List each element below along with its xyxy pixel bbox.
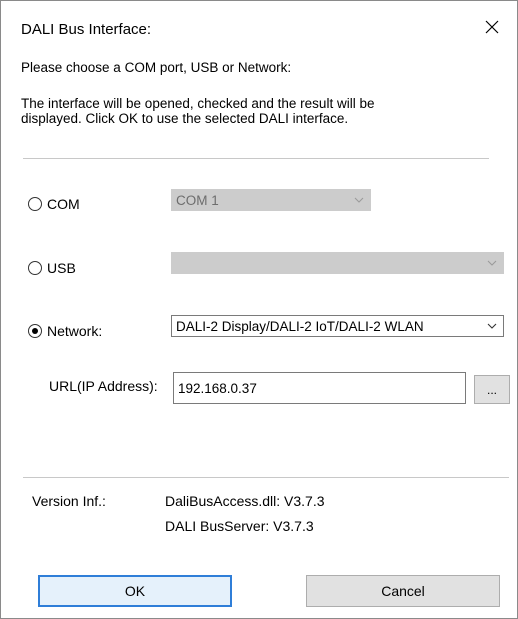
network-value: DALI-2 Display/DALI-2 IoT/DALI-2 WLAN	[176, 318, 424, 334]
chevron-down-icon	[487, 260, 497, 266]
network-radio-option[interactable]: Network:	[28, 323, 102, 339]
chevron-down-icon	[487, 323, 497, 329]
com-label: COM	[47, 196, 80, 212]
dialog-title: DALI Bus Interface:	[21, 21, 152, 38]
close-icon	[485, 20, 499, 34]
top-divider	[23, 158, 489, 159]
com-radio[interactable]	[28, 197, 42, 211]
usb-select[interactable]	[171, 252, 504, 274]
description-line-1: The interface will be opened, checked an…	[21, 96, 375, 111]
usb-radio[interactable]	[28, 261, 42, 275]
url-input[interactable]: 192.168.0.37	[173, 372, 466, 404]
usb-radio-option[interactable]: USB	[28, 260, 76, 276]
version-label: Version Inf.:	[32, 493, 106, 509]
description-line-2: displayed. Click OK to use the selected …	[21, 111, 349, 126]
com-radio-option[interactable]: COM	[28, 196, 80, 212]
chevron-down-icon	[354, 197, 364, 203]
network-label: Network:	[47, 323, 103, 339]
cancel-button[interactable]: Cancel	[306, 575, 500, 607]
com-port-select[interactable]: COM 1	[171, 189, 371, 211]
usb-label: USB	[47, 260, 76, 276]
busserver-version: DALI BusServer: V3.7.3	[165, 518, 314, 534]
com-port-value: COM 1	[176, 192, 219, 208]
network-select[interactable]: DALI-2 Display/DALI-2 IoT/DALI-2 WLAN	[171, 315, 504, 337]
url-label: URL(IP Address):	[49, 378, 158, 394]
browse-button[interactable]: ...	[474, 375, 510, 404]
network-radio[interactable]	[28, 324, 42, 338]
close-button[interactable]	[477, 13, 507, 41]
ok-button[interactable]: OK	[38, 575, 232, 607]
dali-bus-interface-dialog: DALI Bus Interface: Please choose a COM …	[0, 0, 518, 619]
bottom-divider	[23, 477, 509, 478]
dll-version: DaliBusAccess.dll: V3.7.3	[165, 493, 325, 509]
instruction-text: Please choose a COM port, USB or Network…	[21, 60, 292, 75]
